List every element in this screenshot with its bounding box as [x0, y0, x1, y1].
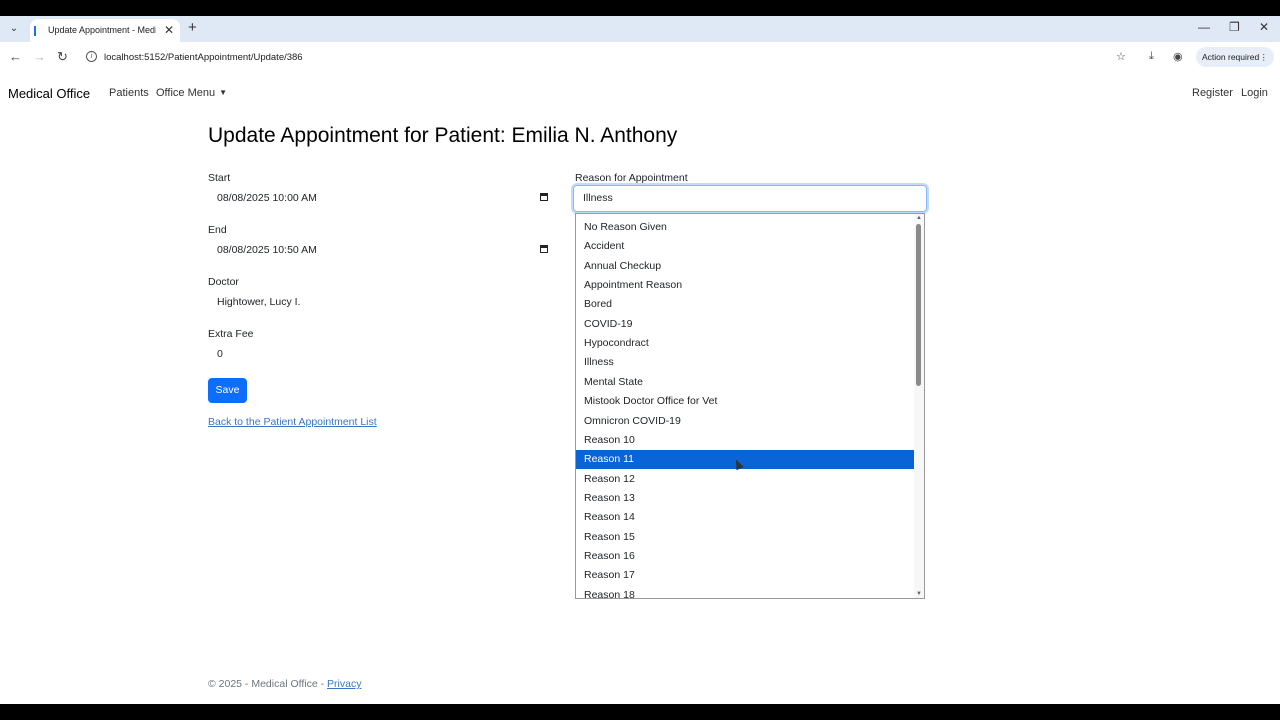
kebab-menu-icon[interactable]: ⋮: [1260, 47, 1269, 67]
reload-icon[interactable]: ↻: [57, 49, 68, 65]
reason-option[interactable]: Omnicron COVID-19: [576, 412, 915, 431]
reason-option[interactable]: Reason 13: [576, 489, 915, 508]
reason-selected-value: Illness: [583, 192, 613, 204]
reason-option[interactable]: Reason 18: [576, 586, 915, 598]
start-label: Start: [208, 172, 231, 184]
browser-toolbar: ← → ↻ i localhost:5152/PatientAppointmen…: [0, 42, 1280, 72]
reason-option[interactable]: Accident: [576, 237, 915, 256]
footer: © 2025 - Medical Office - Privacy: [208, 678, 361, 690]
tab-close-icon[interactable]: ✕: [164, 23, 174, 37]
reason-option[interactable]: Reason 12: [576, 470, 915, 489]
end-label: End: [208, 224, 227, 236]
browser-tab[interactable]: Update Appointment - Medica ✕: [30, 19, 180, 42]
nav-office-menu[interactable]: Office Menu ▼: [156, 87, 227, 99]
favicon-icon: [34, 26, 36, 36]
reason-option[interactable]: Bored: [576, 295, 915, 314]
save-button[interactable]: Save: [208, 378, 247, 403]
reason-option[interactable]: No Reason Given: [576, 218, 915, 237]
forward-arrow-icon[interactable]: →: [33, 49, 46, 64]
reason-option[interactable]: Mistook Doctor Office for Vet: [576, 392, 915, 411]
scrollbar-thumb[interactable]: [916, 224, 921, 386]
reason-option[interactable]: Illness: [576, 353, 915, 372]
reason-option[interactable]: Mental State: [576, 373, 915, 392]
nav-login[interactable]: Login: [1241, 87, 1268, 99]
start-value: 08/08/2025 10:00 AM: [217, 192, 317, 204]
scroll-up-arrow-icon[interactable]: ▲: [916, 215, 922, 221]
end-value: 08/08/2025 10:50 AM: [217, 244, 317, 256]
reason-select[interactable]: Illness: [573, 185, 927, 212]
privacy-link[interactable]: Privacy: [327, 678, 361, 690]
restore-icon[interactable]: ❐: [1229, 20, 1240, 34]
action-required-label: Action required: [1202, 52, 1260, 62]
reason-option[interactable]: Reason 10: [576, 431, 915, 450]
reason-option[interactable]: Reason 16: [576, 547, 915, 566]
reason-option[interactable]: COVID-19: [576, 315, 915, 334]
site-info-icon[interactable]: i: [86, 51, 97, 62]
nav-office-menu-label: Office Menu: [156, 87, 216, 99]
back-to-list-link[interactable]: Back to the Patient Appointment List: [208, 416, 377, 428]
caret-down-icon: ▼: [219, 88, 228, 97]
doctor-label: Doctor: [208, 276, 239, 288]
reason-option[interactable]: Reason 14: [576, 508, 915, 527]
reason-option[interactable]: Reason 11: [576, 450, 915, 470]
bookmark-star-icon[interactable]: ☆: [1116, 50, 1126, 63]
download-icon[interactable]: ⤓: [1149, 50, 1154, 63]
calendar-icon[interactable]: [540, 193, 548, 201]
reason-dropdown-list[interactable]: No Reason Given Accident Annual Checkup App…: [575, 213, 925, 599]
address-bar[interactable]: localhost:5152/PatientAppointment/Update…: [104, 52, 303, 63]
scroll-down-arrow-icon[interactable]: ▼: [916, 591, 922, 597]
page-content: Medical Office Patients Office Menu ▼ Reg…: [0, 72, 1280, 704]
end-datetime-input[interactable]: 08/08/2025 10:50 AM: [208, 239, 550, 261]
extra-fee-label: Extra Fee: [208, 328, 254, 340]
extra-fee-input[interactable]: 0: [208, 343, 550, 365]
reason-option[interactable]: Hypocondract: [576, 334, 915, 353]
reason-option[interactable]: Reason 17: [576, 566, 915, 585]
footer-text: © 2025 - Medical Office -: [208, 678, 328, 690]
brand-link[interactable]: Medical Office: [8, 86, 90, 101]
doctor-select[interactable]: Hightower, Lucy I.: [208, 291, 550, 313]
nav-register[interactable]: Register: [1192, 87, 1233, 99]
reason-option[interactable]: Annual Checkup: [576, 257, 915, 276]
doctor-value: Hightower, Lucy I.: [217, 296, 301, 308]
tab-list-chevron-icon[interactable]: ⌄: [6, 21, 22, 37]
close-window-icon[interactable]: ✕: [1259, 20, 1269, 34]
minimize-icon[interactable]: —: [1198, 20, 1210, 34]
back-arrow-icon[interactable]: ←: [9, 49, 22, 64]
new-tab-plus-icon[interactable]: +: [188, 19, 197, 36]
calendar-icon[interactable]: [540, 245, 548, 253]
reason-label: Reason for Appointment: [575, 172, 688, 184]
reason-option[interactable]: Reason 15: [576, 528, 915, 547]
extra-fee-value: 0: [217, 348, 223, 360]
action-required-chip[interactable]: Action required ⋮: [1196, 47, 1274, 67]
tab-title: Update Appointment - Medica: [48, 25, 156, 35]
reason-option[interactable]: Appointment Reason: [576, 276, 915, 295]
profile-icon[interactable]: ◉: [1173, 50, 1183, 63]
page-title: Update Appointment for Patient: Emilia N…: [208, 124, 678, 147]
nav-patients[interactable]: Patients: [109, 87, 149, 99]
browser-tab-bar: ⌄ Update Appointment - Medica ✕ + — ❐ ✕: [0, 16, 1280, 42]
start-datetime-input[interactable]: 08/08/2025 10:00 AM: [208, 187, 550, 209]
dropdown-scrollbar[interactable]: ▲ ▼: [914, 214, 924, 598]
